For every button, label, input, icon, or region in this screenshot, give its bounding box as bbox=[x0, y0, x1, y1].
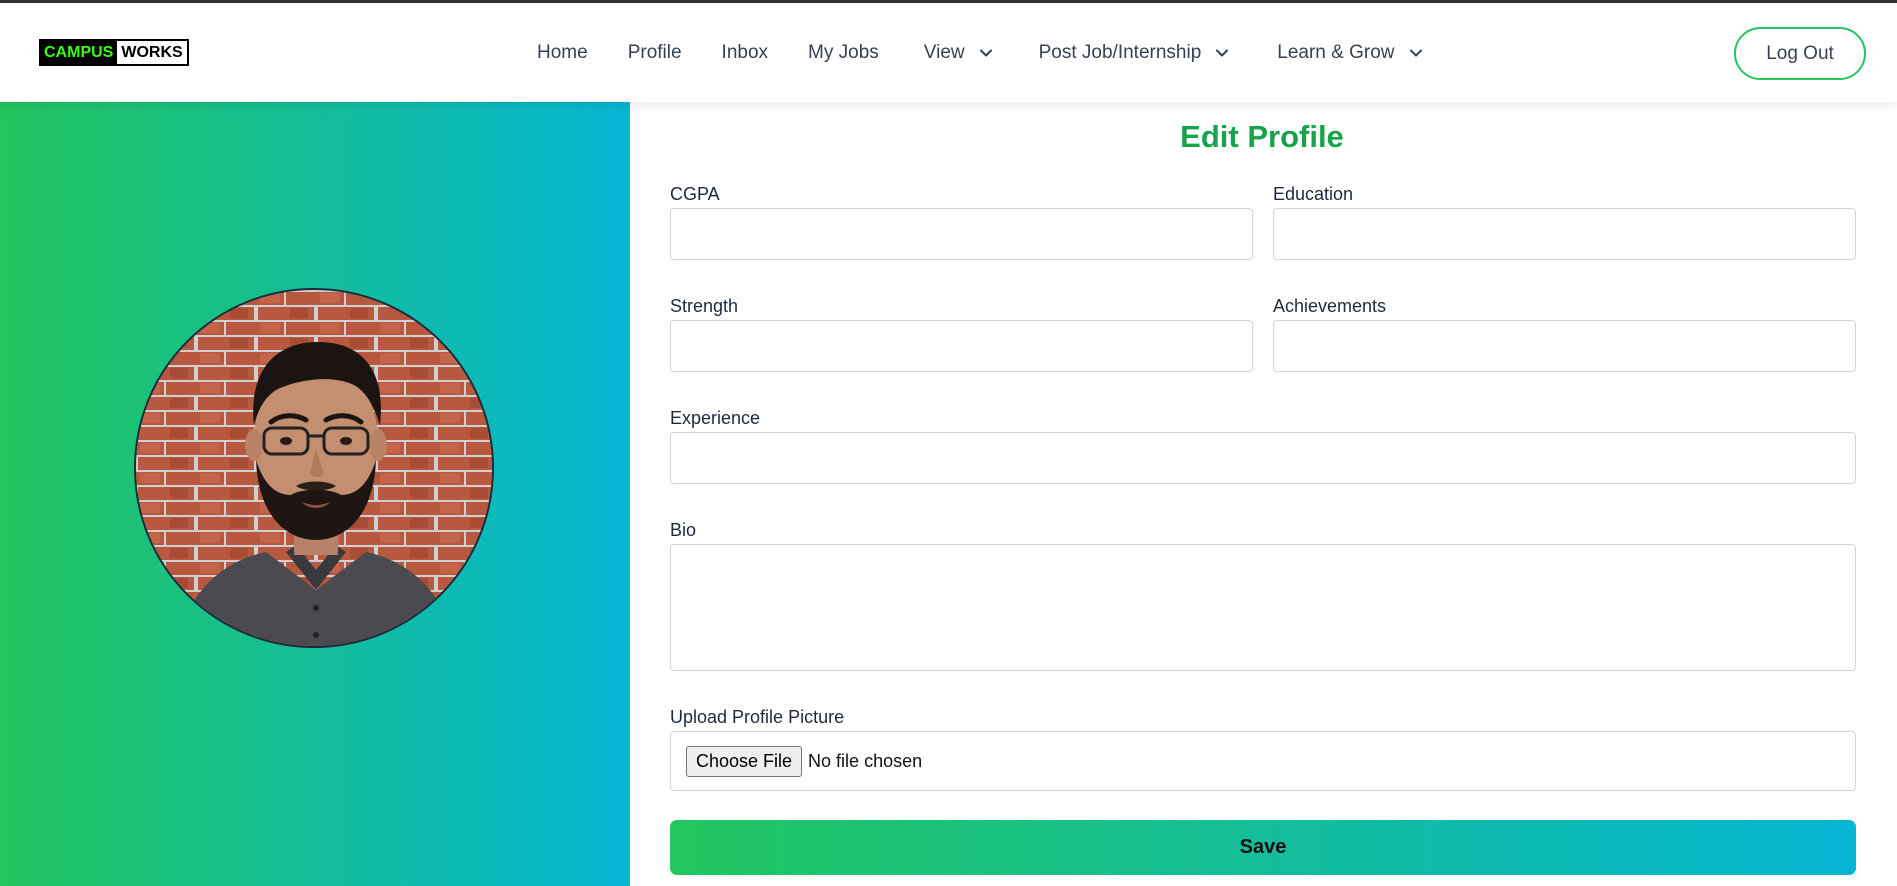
campus-works-logo[interactable]: CAMPUS WORKS bbox=[39, 39, 189, 66]
nav-item-label: Profile bbox=[627, 41, 682, 63]
bio-textarea[interactable] bbox=[670, 544, 1856, 671]
nav-item-inbox[interactable]: Inbox bbox=[722, 42, 768, 64]
page-title: Edit Profile bbox=[1180, 119, 1344, 154]
bio-label: Bio bbox=[670, 520, 697, 540]
nav-item-view[interactable]: View bbox=[924, 42, 993, 64]
profile-photo-panel bbox=[0, 102, 630, 886]
strength-label: Strength bbox=[670, 296, 739, 316]
nav-item-post-job-internship[interactable]: Post Job/Internship bbox=[1039, 42, 1230, 64]
strength-input[interactable] bbox=[670, 320, 1253, 372]
profile-picture-file-input[interactable]: Choose File No file chosen bbox=[670, 731, 1856, 791]
nav-item-home[interactable]: Home bbox=[537, 42, 588, 64]
chevron-down-icon bbox=[979, 49, 992, 56]
log-out-button[interactable]: Log Out bbox=[1734, 27, 1866, 80]
save-button[interactable]: Save bbox=[670, 820, 1856, 875]
nav-item-label: Learn & Grow bbox=[1277, 41, 1395, 63]
nav-item-label: Post Job/Internship bbox=[1038, 41, 1202, 63]
profile-photo bbox=[134, 288, 494, 648]
nav-item-learn-grow[interactable]: Learn & Grow bbox=[1277, 42, 1422, 64]
nav-item-my-jobs[interactable]: My Jobs bbox=[808, 42, 879, 64]
experience-label: Experience bbox=[670, 408, 761, 428]
edit-profile-form: Edit Profile CGPA Education Strength Ach… bbox=[630, 102, 1897, 886]
navbar: CAMPUS WORKS Home Profile Inbox My Jobs … bbox=[0, 3, 1897, 102]
achievements-label: Achievements bbox=[1273, 296, 1387, 316]
chevron-down-icon bbox=[1409, 49, 1422, 56]
nav-item-label: Inbox bbox=[721, 41, 769, 63]
cgpa-input[interactable] bbox=[670, 208, 1253, 260]
logo-part-works: WORKS bbox=[117, 41, 187, 64]
logo-part-campus: CAMPUS bbox=[41, 41, 118, 64]
education-input[interactable] bbox=[1273, 208, 1856, 260]
nav-item-label: View bbox=[923, 41, 965, 63]
chevron-down-icon bbox=[1216, 49, 1229, 56]
experience-input[interactable] bbox=[670, 432, 1856, 484]
nav-item-label: Home bbox=[537, 41, 588, 63]
choose-file-button[interactable]: Choose File bbox=[686, 745, 803, 777]
file-status-text: No file chosen bbox=[808, 750, 923, 771]
main-nav: Home Profile Inbox My Jobs View Post Job… bbox=[537, 3, 1423, 102]
upload-profile-picture-label: Upload Profile Picture bbox=[670, 707, 845, 727]
cgpa-label: CGPA bbox=[670, 184, 720, 204]
nav-item-profile[interactable]: Profile bbox=[628, 42, 682, 64]
education-label: Education bbox=[1273, 184, 1354, 204]
profile-photo-image bbox=[136, 290, 492, 646]
nav-item-label: My Jobs bbox=[808, 41, 879, 63]
achievements-input[interactable] bbox=[1273, 320, 1856, 372]
